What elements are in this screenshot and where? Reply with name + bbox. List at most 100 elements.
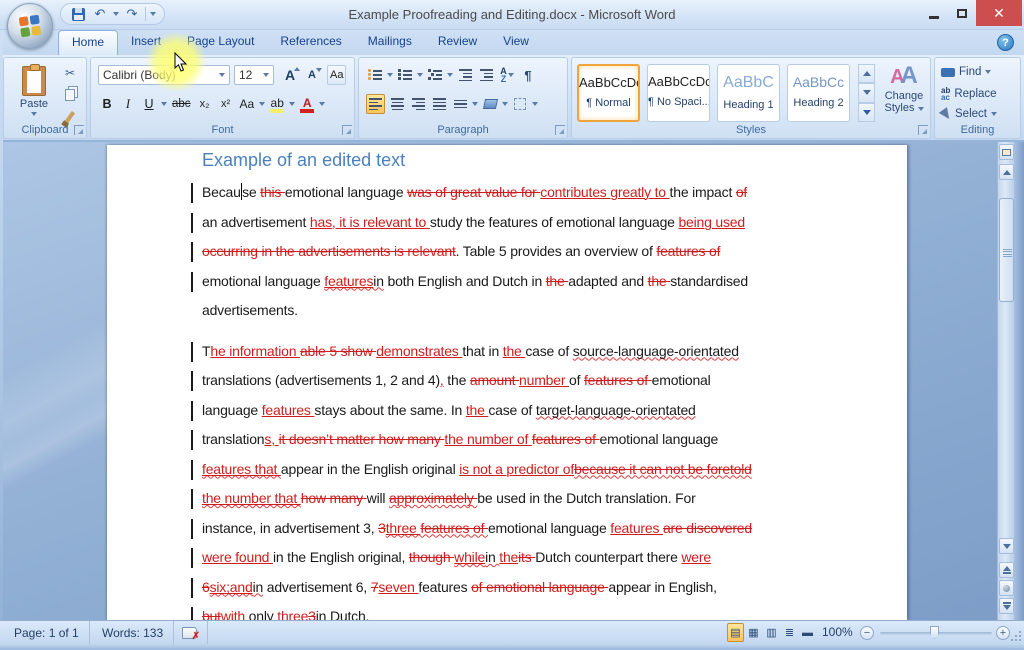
font-dialog-launcher[interactable] — [342, 125, 352, 135]
outline-view-button[interactable]: ≣ — [781, 623, 798, 642]
bullets-button[interactable] — [366, 65, 384, 85]
select-button[interactable]: Select — [941, 108, 997, 120]
font-color-dropdown[interactable] — [319, 102, 325, 106]
change-case-button[interactable]: Aa — [238, 94, 257, 114]
align-right-button[interactable] — [409, 94, 427, 114]
align-left-button[interactable] — [366, 94, 385, 114]
document-line[interactable]: The information able 5 show demonstrates… — [202, 337, 842, 367]
document-line[interactable]: the number that how many will approximat… — [202, 484, 842, 514]
replace-button[interactable]: abac Replace — [941, 87, 997, 101]
shading-button[interactable] — [481, 94, 499, 114]
view-ruler-button[interactable] — [999, 144, 1014, 160]
document-line[interactable]: were found in the English original, thou… — [202, 543, 842, 573]
tab-mailings[interactable]: Mailings — [355, 30, 425, 55]
grow-font-button[interactable]: A — [281, 65, 299, 85]
zoom-slider-thumb[interactable] — [930, 626, 939, 639]
strikethrough-button[interactable]: abc — [170, 94, 193, 114]
help-button[interactable]: ? — [997, 34, 1014, 51]
window-resize-grip[interactable] — [1009, 629, 1021, 641]
bold-button[interactable]: B — [98, 94, 116, 114]
font-size-combo[interactable]: 12 — [234, 65, 274, 85]
style-card-normal[interactable]: AaBbCcDc¶ Normal — [577, 64, 640, 122]
cut-button[interactable]: ✂ — [60, 64, 80, 82]
draft-view-button[interactable]: ▬ — [799, 623, 816, 642]
underline-button[interactable]: U — [140, 94, 158, 114]
shading-dropdown[interactable] — [502, 102, 508, 106]
styles-more-button[interactable] — [858, 103, 875, 122]
tab-view[interactable]: View — [490, 30, 542, 55]
document-line[interactable]: instance, in advertisement 3, 3three fea… — [202, 514, 842, 544]
word-count-indicator[interactable]: Words: 133 — [92, 621, 174, 645]
superscript-button[interactable]: x² — [217, 94, 235, 114]
page-count-indicator[interactable]: Page: 1 of 1 — [4, 621, 90, 645]
bullets-dropdown[interactable] — [387, 73, 393, 77]
shrink-font-button[interactable]: A — [303, 65, 321, 85]
document-line[interactable]: emotional language featuresin both Engli… — [202, 267, 842, 297]
increase-indent-button[interactable] — [477, 65, 495, 85]
style-card-heading-2[interactable]: AaBbCcHeading 2 — [787, 64, 850, 122]
document-line[interactable]: occurring in the advertisements is relev… — [202, 237, 842, 267]
styles-dialog-launcher[interactable] — [918, 125, 928, 135]
highlight-dropdown[interactable] — [289, 102, 295, 106]
tab-home[interactable]: Home — [58, 30, 118, 55]
justify-button[interactable] — [430, 94, 448, 114]
line-spacing-dropdown[interactable] — [472, 102, 478, 106]
document-page[interactable]: Example of an edited text Because this e… — [107, 145, 907, 620]
underline-dropdown[interactable] — [161, 102, 167, 106]
next-page-button[interactable] — [999, 598, 1014, 614]
borders-dropdown[interactable] — [532, 102, 538, 106]
zoom-level[interactable]: 100% — [822, 625, 853, 639]
close-button[interactable]: ✕ — [976, 0, 1022, 26]
minimize-button[interactable] — [920, 0, 948, 26]
document-line[interactable]: translations, it doesn’t matter how many… — [202, 425, 842, 455]
paragraph-dialog-launcher[interactable] — [555, 125, 565, 135]
document-line[interactable]: 6six;andin advertisement 6, 7seven featu… — [202, 573, 842, 603]
document-line[interactable]: features that appear in the English orig… — [202, 455, 842, 485]
previous-page-button[interactable] — [999, 562, 1014, 578]
styles-scroll-down-button[interactable] — [858, 83, 875, 102]
highlight-color-button[interactable]: ab — [268, 94, 286, 114]
style-card-heading-1[interactable]: AaBbCHeading 1 — [717, 64, 780, 122]
document-line[interactable]: butwith only three3in Dutch. — [202, 602, 842, 620]
scroll-down-button[interactable] — [999, 538, 1014, 554]
align-center-button[interactable] — [388, 94, 406, 114]
font-name-combo[interactable]: Calibri (Body) — [98, 65, 230, 85]
show-hide-marks-button[interactable]: ¶ — [519, 65, 537, 85]
tab-review[interactable]: Review — [425, 30, 490, 55]
change-styles-button[interactable]: AA Change Styles — [878, 62, 930, 126]
print-layout-view-button[interactable]: ▤ — [727, 623, 744, 642]
proofing-status-button[interactable]: ✗ — [172, 621, 208, 645]
numbering-button[interactable] — [396, 65, 414, 85]
tab-page-layout[interactable]: Page Layout — [174, 30, 267, 55]
document-line[interactable]: language features stays about the same. … — [202, 396, 842, 426]
web-layout-button[interactable]: ▥ — [763, 623, 780, 642]
scrollbar-thumb[interactable] — [999, 198, 1014, 302]
scroll-up-button[interactable] — [999, 164, 1014, 180]
change-case-dropdown[interactable] — [259, 102, 265, 106]
paste-button[interactable]: Paste — [12, 64, 56, 124]
paste-dropdown[interactable] — [31, 112, 37, 116]
numbering-dropdown[interactable] — [417, 73, 423, 77]
decrease-indent-button[interactable] — [456, 65, 474, 85]
zoom-in-button[interactable]: + — [996, 626, 1010, 640]
document-line[interactable]: translations (advertisements 1, 2 and 4)… — [202, 366, 842, 396]
office-button[interactable] — [7, 3, 53, 49]
tab-insert[interactable]: Insert — [118, 30, 174, 55]
tab-references[interactable]: References — [267, 30, 354, 55]
document-line[interactable]: an advertisement has, it is relevant to … — [202, 208, 842, 238]
borders-button[interactable] — [511, 94, 529, 114]
vertical-scrollbar[interactable] — [997, 142, 1014, 620]
document-line[interactable]: advertisements. — [202, 296, 842, 326]
zoom-out-button[interactable]: − — [860, 626, 874, 640]
line-spacing-button[interactable] — [451, 94, 469, 114]
clear-formatting-button[interactable]: Aa — [327, 65, 346, 85]
styles-scroll-up-button[interactable] — [858, 64, 875, 83]
full-screen-reading-button[interactable]: ▦ — [745, 623, 762, 642]
multilevel-list-button[interactable] — [426, 65, 444, 85]
style-card-no-spaci[interactable]: AaBbCcDc¶ No Spaci... — [647, 64, 710, 122]
find-button[interactable]: Find — [941, 66, 991, 78]
copy-button[interactable] — [60, 86, 80, 104]
sort-button[interactable]: AZ — [498, 65, 516, 85]
italic-button[interactable]: I — [119, 94, 137, 114]
multilevel-list-dropdown[interactable] — [447, 73, 453, 77]
